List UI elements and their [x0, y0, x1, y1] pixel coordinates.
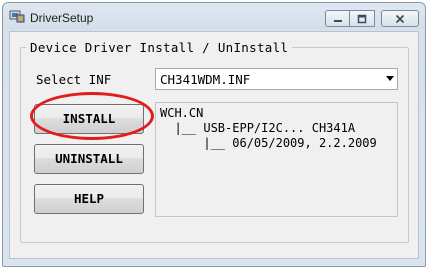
inf-selected-value: CH341WDM.INF	[160, 72, 251, 87]
minimize-icon	[333, 20, 342, 22]
help-button[interactable]: HELP	[34, 184, 144, 214]
driver-info-panel: WCH.CN |__ USB-EPP/I2C... CH341A |__ 06/…	[155, 102, 398, 217]
select-inf-label: Select INF	[36, 72, 112, 87]
maximize-icon	[357, 14, 367, 24]
maximize-button[interactable]	[350, 10, 375, 27]
inf-select-dropdown[interactable]: CH341WDM.INF	[155, 68, 398, 90]
window-title: DriverSetup	[30, 11, 94, 25]
driver-setup-window: DriverSetup Device Driver Install / UnIn…	[2, 2, 426, 267]
minimize-button[interactable]	[325, 10, 350, 27]
driver-setup-icon	[9, 10, 25, 23]
chevron-down-icon[interactable]	[386, 76, 394, 81]
info-vendor: WCH.CN	[160, 106, 204, 120]
info-device: |__ USB-EPP/I2C... CH341A	[160, 121, 356, 135]
close-icon	[395, 14, 405, 24]
dialog-client-area: Device Driver Install / UnInstall Select…	[9, 31, 419, 259]
group-title: Device Driver Install / UnInstall	[26, 40, 293, 55]
install-button[interactable]: INSTALL	[34, 104, 144, 134]
title-bar[interactable]: DriverSetup	[3, 3, 425, 31]
close-button[interactable]	[381, 10, 419, 27]
info-version: |__ 06/05/2009, 2.2.2009	[160, 136, 377, 150]
uninstall-button[interactable]: UNINSTALL	[34, 144, 144, 174]
